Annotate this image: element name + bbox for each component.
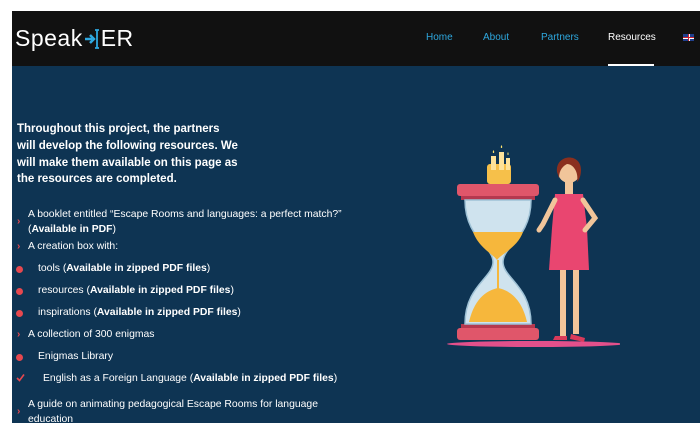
list-item-text: English as a Foreign Language (Available… xyxy=(43,373,338,384)
navbar: Speak ER Home About Partners Resources xyxy=(12,11,700,66)
list-item-text: tools (Available in zipped PDF files) xyxy=(38,263,211,274)
circle-bullet-icon xyxy=(16,309,23,320)
list-item-text: A collection of 300 enigmas xyxy=(28,329,155,340)
list-item-text: resources (Available in zipped PDF files… xyxy=(38,285,234,296)
chevron-right-icon: › xyxy=(17,406,21,417)
uk-flag-icon[interactable] xyxy=(683,34,694,41)
nav-home[interactable]: Home xyxy=(426,32,453,43)
circle-bullet-icon xyxy=(16,353,23,364)
availability-link[interactable]: Available in zipped PDF files xyxy=(193,373,334,384)
list-item-text: A booklet entitled “Escape Rooms and lan… xyxy=(28,209,342,220)
chevron-right-icon: › xyxy=(17,329,21,340)
nav-partners[interactable]: Partners xyxy=(541,32,579,43)
intro-line: the resources are completed. xyxy=(17,173,177,186)
chevron-right-icon: › xyxy=(17,241,21,252)
logo-arrow-icon xyxy=(84,28,99,49)
intro-line: Throughout this project, the partners xyxy=(17,123,220,135)
availability-link[interactable]: Available in zipped PDF files xyxy=(97,307,238,318)
chevron-right-icon: › xyxy=(17,216,21,227)
hourglass-woman-illustration xyxy=(447,145,620,347)
availability-link[interactable]: Available in zipped PDF files xyxy=(66,263,207,274)
nav-active-underline xyxy=(608,64,654,66)
logo[interactable]: Speak ER xyxy=(15,25,134,52)
list-item-text: A guide on animating pedagogical Escape … xyxy=(28,399,318,410)
check-icon xyxy=(16,373,25,385)
page: Speak ER Home About Partners Resources T… xyxy=(12,11,700,423)
circle-bullet-icon xyxy=(16,265,23,276)
intro-text: Throughout this project, the partners wi… xyxy=(17,121,257,188)
nav-resources[interactable]: Resources xyxy=(608,32,656,43)
list-item-text: inspirations (Available in zipped PDF fi… xyxy=(38,307,241,318)
list-item-text: education xyxy=(28,414,74,423)
intro-line: will make them available on this page as xyxy=(17,156,238,169)
logo-text-right: ER xyxy=(100,25,134,51)
circle-bullet-icon xyxy=(16,287,23,298)
intro-line: will develop the following resources. We xyxy=(17,139,238,152)
availability-link[interactable]: Available in PDF xyxy=(31,224,112,235)
availability-link[interactable]: Available in zipped PDF files xyxy=(90,285,231,296)
list-item-text: Enigmas Library xyxy=(38,351,114,362)
logo-text-left: Speak xyxy=(15,25,83,51)
nav-about[interactable]: About xyxy=(483,32,509,43)
list-item-text: A creation box with: xyxy=(28,241,119,252)
list-item-text[interactable]: (Available in PDF) xyxy=(28,224,116,235)
